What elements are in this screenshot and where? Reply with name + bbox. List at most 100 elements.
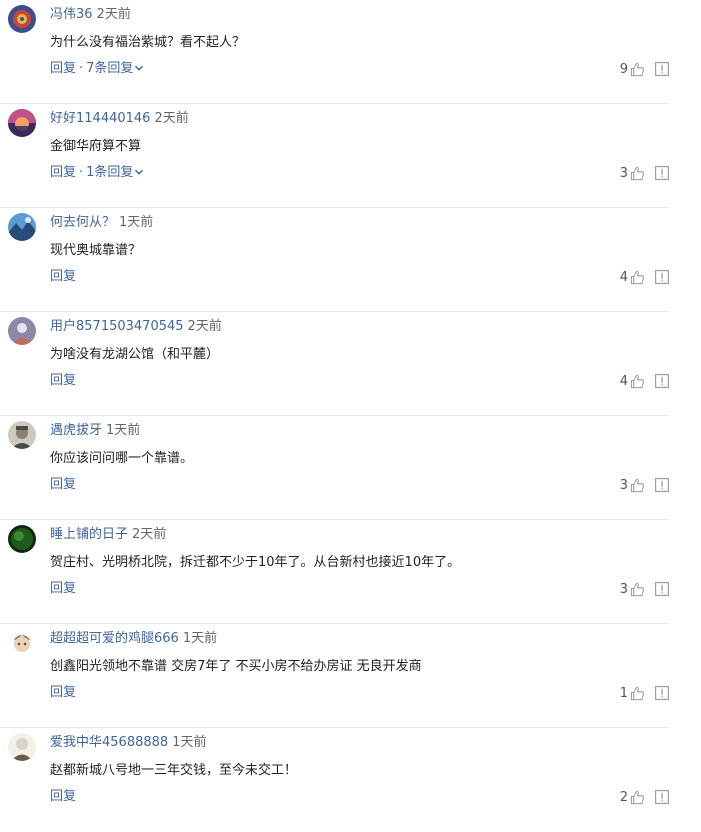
username-link[interactable]: 爱我中华45688888 xyxy=(50,735,168,750)
comment-tools: 4 xyxy=(620,268,669,286)
avatar-person-icon[interactable] xyxy=(8,733,36,761)
comment-text: 赵都新城八号地一三年交钱，至今未交工！ xyxy=(50,763,298,778)
username-link[interactable]: 睡上铺的日子 xyxy=(50,527,128,542)
report-icon[interactable] xyxy=(655,582,669,596)
comment-tools: 3 xyxy=(620,476,669,494)
comment-item: 睡上铺的日子 2天前 贺庄村、光明桥北院，拆迁都不少于10年了。从台新村也接近10… xyxy=(0,520,669,624)
username-link[interactable]: 超超超可爱的鸡腿666 xyxy=(50,631,179,646)
comment-meta: 用户8571503470545 2天前 xyxy=(50,318,222,336)
comment-text: 为啥没有龙湖公馆（和平麓） xyxy=(50,347,220,362)
comment-meta: 冯伟36 2天前 xyxy=(50,6,131,24)
username-link[interactable]: 何去何从？ xyxy=(50,215,115,230)
like-count: 4 xyxy=(619,269,628,285)
avatar-landscape-icon[interactable] xyxy=(8,213,36,241)
report-icon[interactable] xyxy=(655,478,669,492)
thumbs-up-icon[interactable] xyxy=(630,478,645,493)
comment-meta: 遇虎拔牙 1天前 xyxy=(50,422,140,440)
report-icon[interactable] xyxy=(655,270,669,284)
comment-actions: 回复 · 1条回复 xyxy=(50,164,144,182)
like-count: 9 xyxy=(619,61,628,77)
timestamp: 1天前 xyxy=(182,631,218,646)
avatar-green-icon[interactable] xyxy=(8,525,36,553)
report-icon[interactable] xyxy=(655,686,669,700)
comment-actions: 回复 · 7条回复 xyxy=(50,60,144,78)
username-link[interactable]: 好好114440146 xyxy=(50,111,150,126)
reply-button[interactable]: 回复 xyxy=(50,581,76,596)
avatar-colorful-icon[interactable] xyxy=(8,5,36,33)
comment-meta: 何去何从？ 1天前 xyxy=(50,214,153,232)
report-icon[interactable] xyxy=(655,166,669,180)
comment-meta: 睡上铺的日子 2天前 xyxy=(50,526,166,544)
like-count: 3 xyxy=(619,165,628,181)
timestamp: 2天前 xyxy=(132,527,167,542)
comment-text: 创鑫阳光领地不靠谱 交房7年了 不买小房不给办房证 无良开发商 xyxy=(50,659,422,674)
comment-meta: 好好114440146 2天前 xyxy=(50,110,189,128)
thumbs-up-icon[interactable] xyxy=(630,270,645,285)
comment-text: 贺庄村、光明桥北院，拆迁都不少于10年了。从台新村也接近10年了。 xyxy=(50,555,461,570)
comment-tools: 3 xyxy=(620,164,669,182)
comment-list: 冯伟36 2天前 为什么没有福治紫城？看不起人？ 回复 · 7条回复 9 好好1144… xyxy=(0,0,669,832)
comment-text: 现代奥城靠谱？ xyxy=(50,243,142,258)
reply-button[interactable]: 回复 xyxy=(50,477,76,492)
comment-actions: 回复 xyxy=(50,580,76,598)
thumbs-up-icon[interactable] xyxy=(630,62,645,77)
comment-item: 遇虎拔牙 1天前 你应该问问哪一个靠谱。 回复 3 xyxy=(0,416,669,520)
comment-text: 金御华府算不算 xyxy=(50,139,142,154)
view-replies-button[interactable]: 7条回复 xyxy=(86,61,144,76)
like-count: 3 xyxy=(619,477,628,493)
comment-text: 你应该问问哪一个靠谱。 xyxy=(50,451,194,466)
comment-tools: 3 xyxy=(620,580,669,598)
comment-item: 好好114440146 2天前 金御华府算不算 回复 · 1条回复 3 xyxy=(0,104,669,208)
reply-button[interactable]: 回复 xyxy=(50,165,76,180)
reply-button[interactable]: 回复 xyxy=(50,269,76,284)
username-link[interactable]: 用户8571503470545 xyxy=(50,319,184,334)
replies-count-label: 1条回复 xyxy=(86,165,134,180)
timestamp: 2天前 xyxy=(96,7,131,22)
report-icon[interactable] xyxy=(655,790,669,804)
comment-text: 为什么没有福治紫城？看不起人？ xyxy=(50,35,246,50)
thumbs-up-icon[interactable] xyxy=(630,686,645,701)
avatar-default-icon[interactable] xyxy=(8,317,36,345)
like-count: 4 xyxy=(619,373,628,389)
replies-count-label: 7条回复 xyxy=(86,61,134,76)
comment-actions: 回复 xyxy=(50,372,76,390)
comment-item: 何去何从？ 1天前 现代奥城靠谱？ 回复 4 xyxy=(0,208,669,312)
thumbs-up-icon[interactable] xyxy=(630,374,645,389)
separator-dot: · xyxy=(79,61,84,76)
timestamp: 2天前 xyxy=(154,111,189,126)
comment-actions: 回复 xyxy=(50,788,76,806)
timestamp: 1天前 xyxy=(172,735,207,750)
reply-button[interactable]: 回复 xyxy=(50,61,76,76)
username-link[interactable]: 冯伟36 xyxy=(50,7,93,22)
timestamp: 1天前 xyxy=(119,215,154,230)
reply-button[interactable]: 回复 xyxy=(50,789,76,804)
comment-actions: 回复 xyxy=(50,684,76,702)
thumbs-up-icon[interactable] xyxy=(630,790,645,805)
comment-meta: 超超超可爱的鸡腿666 1天前 xyxy=(50,630,217,648)
comment-actions: 回复 xyxy=(50,268,76,286)
thumbs-up-icon[interactable] xyxy=(630,166,645,181)
comment-meta: 爱我中华45688888 1天前 xyxy=(50,734,206,752)
comment-item: 用户8571503470545 2天前 为啥没有龙湖公馆（和平麓） 回复 4 xyxy=(0,312,669,416)
report-icon[interactable] xyxy=(655,374,669,388)
reply-button[interactable]: 回复 xyxy=(50,685,76,700)
comment-item: 超超超可爱的鸡腿666 1天前 创鑫阳光领地不靠谱 交房7年了 不买小房不给办房证… xyxy=(0,624,669,728)
avatar-sunset-icon[interactable] xyxy=(8,109,36,137)
comment-item: 爱我中华45688888 1天前 赵都新城八号地一三年交钱，至今未交工！ 回复 2 xyxy=(0,728,669,832)
comment-tools: 1 xyxy=(620,684,669,702)
thumbs-up-icon[interactable] xyxy=(630,582,645,597)
reply-button[interactable]: 回复 xyxy=(50,373,76,388)
avatar-anime-icon[interactable] xyxy=(8,629,36,657)
chevron-down-icon xyxy=(134,63,144,73)
comment-tools: 2 xyxy=(620,788,669,806)
username-link[interactable]: 遇虎拔牙 xyxy=(50,423,102,438)
report-icon[interactable] xyxy=(655,62,669,76)
avatar-portrait-icon[interactable] xyxy=(8,421,36,449)
timestamp: 2天前 xyxy=(187,319,222,334)
view-replies-button[interactable]: 1条回复 xyxy=(86,165,144,180)
timestamp: 1天前 xyxy=(106,423,141,438)
separator-dot: · xyxy=(79,165,84,180)
comment-tools: 9 xyxy=(620,60,669,78)
like-count: 2 xyxy=(619,789,628,805)
comment-tools: 4 xyxy=(620,372,669,390)
